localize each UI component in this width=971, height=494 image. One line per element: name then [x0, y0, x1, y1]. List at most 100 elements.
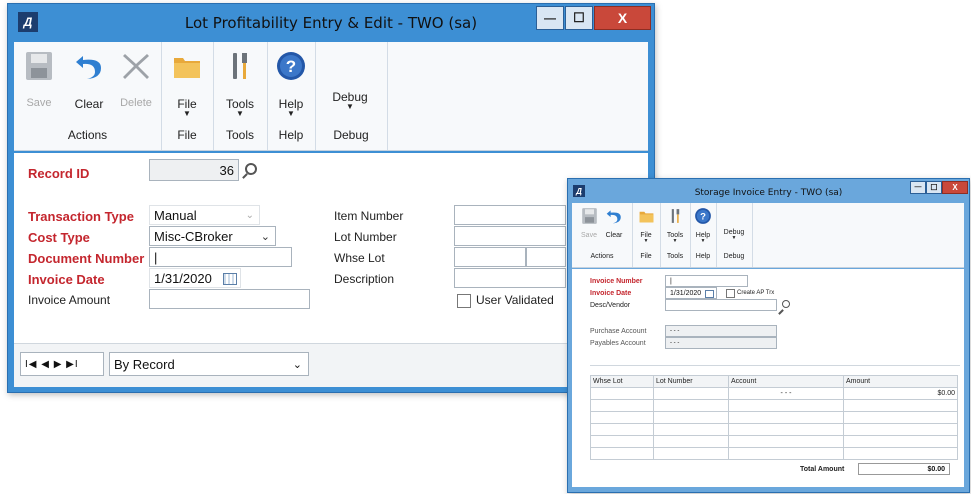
browse-by-value: By Record [114, 356, 175, 372]
whse-lot-label: Whse Lot [334, 251, 385, 265]
item-number-input[interactable] [454, 205, 566, 225]
create-ap-label: Create AP Trx [737, 290, 775, 296]
file-group: File ▼ File [161, 42, 214, 150]
cost-type-value: Misc-CBroker [154, 228, 233, 244]
storage-help-button[interactable]: ? Help ▼ [692, 207, 714, 244]
tools-group: Tools ▼ Tools [213, 42, 268, 150]
cost-type-label: Cost Type [28, 230, 90, 245]
invoice-date-value: 1/31/2020 [154, 270, 212, 286]
storage-clear-button[interactable]: Clear [602, 207, 626, 239]
lookup-icon[interactable] [245, 163, 257, 175]
user-validated-checkbox[interactable] [457, 294, 471, 308]
tools-menu-button[interactable]: Tools ▼ [221, 50, 259, 118]
storage-invoice-date-label: Invoice Date [590, 290, 632, 297]
grid-amount-cell[interactable]: $0.00 [843, 387, 958, 400]
storage-invoice-date-input[interactable]: 1/31/2020 [665, 287, 717, 299]
actions-group: Save Clear Delete Actions [14, 42, 162, 150]
storage-clear-label: Clear [605, 232, 623, 239]
folder-icon [639, 211, 653, 223]
help-icon: ? [695, 208, 711, 224]
whse-lot-input[interactable] [454, 247, 526, 267]
storage-save-button[interactable]: Save [578, 207, 600, 239]
whse-lot-extra-input[interactable] [526, 247, 566, 267]
document-number-input[interactable]: | [149, 247, 292, 267]
invoice-number-value: | [670, 277, 672, 285]
table-row[interactable] [590, 411, 958, 424]
help-menu-button[interactable]: ? Help ▼ [273, 50, 309, 118]
storage-save-label: Save [581, 232, 597, 239]
grid-header: Whse Lot [590, 375, 654, 388]
table-row[interactable]: - - - $0.00 [590, 387, 958, 400]
calendar-icon[interactable] [223, 273, 237, 285]
table-row[interactable] [590, 447, 958, 460]
tools-group-label: Tools [225, 128, 254, 142]
storage-maximize-button[interactable]: ☐ [926, 181, 942, 194]
payables-account-value: - - - [670, 340, 680, 346]
save-icon [26, 52, 52, 80]
nav-arrows-icon: I◀ ◀ ▶ ▶I [25, 358, 79, 370]
create-ap-checkbox[interactable] [726, 289, 735, 298]
storage-tools-group-label: Tools [666, 253, 684, 260]
table-row[interactable] [590, 423, 958, 436]
file-menu-button[interactable]: File ▼ [169, 50, 205, 118]
browse-by-select[interactable]: By Record ⌄ [109, 352, 309, 376]
document-number-label: Document Number [28, 251, 145, 266]
storage-tools-group: Tools ▼ Tools [660, 203, 691, 267]
dropdown-arrow-icon: ▼ [183, 109, 191, 118]
payables-account-input[interactable]: - - - [665, 337, 777, 349]
clear-button[interactable]: Clear [69, 50, 109, 111]
lot-number-input[interactable] [454, 226, 566, 246]
storage-tools-button[interactable]: Tools ▼ [664, 207, 686, 244]
main-titlebar: Д Lot Profitability Entry & Edit - TWO (… [8, 4, 654, 40]
record-id-field[interactable]: 36 [149, 159, 239, 181]
storage-invoice-date-value: 1/31/2020 [670, 289, 702, 297]
tools-icon [671, 209, 679, 223]
purchase-account-input[interactable]: - - - [665, 325, 777, 337]
dropdown-arrow-icon: ▼ [731, 235, 737, 241]
save-button[interactable]: Save [20, 50, 58, 109]
grid-header-row: Whse Lot Lot Number Account Amount [590, 375, 958, 388]
delete-x-icon [123, 54, 149, 79]
close-button[interactable]: X [594, 6, 651, 30]
description-label: Description [334, 272, 395, 286]
grid-header: Account [728, 375, 844, 388]
invoice-number-input[interactable]: | [665, 275, 748, 287]
help-icon: ? [277, 52, 305, 80]
grid-header: Lot Number [653, 375, 729, 388]
storage-invoice-window: Д Storage Invoice Entry - TWO (sa) — ☐ X… [567, 178, 970, 493]
transaction-type-select[interactable]: Manual ⌄ [149, 205, 260, 225]
table-row[interactable] [590, 435, 958, 448]
debug-menu-button[interactable]: Debug ▼ [325, 90, 375, 111]
item-number-label: Item Number [334, 209, 404, 223]
storage-titlebar: Д Storage Invoice Entry - TWO (sa) — ☐ X [568, 179, 969, 203]
calendar-icon[interactable] [705, 290, 714, 298]
minimize-button[interactable]: — [536, 6, 564, 30]
maximize-button[interactable]: ☐ [565, 6, 593, 30]
lookup-icon[interactable] [782, 300, 790, 308]
storage-actions-group: Save Clear Actions [572, 203, 633, 267]
invoice-date-input[interactable]: 1/31/2020 [149, 268, 241, 288]
description-input[interactable] [454, 268, 566, 288]
desc-vendor-input[interactable] [665, 299, 777, 311]
grid-account-cell[interactable]: - - - [728, 387, 844, 400]
delete-button[interactable]: Delete [116, 50, 156, 109]
purchase-account-label: Purchase Account [590, 328, 647, 335]
storage-debug-button[interactable]: Debug ▼ [720, 229, 748, 241]
document-number-value: | [154, 249, 158, 265]
desc-vendor-label: Desc/Vendor [590, 302, 631, 309]
folder-icon [174, 58, 200, 78]
storage-minimize-button[interactable]: — [910, 181, 926, 194]
tools-icon [233, 53, 247, 79]
storage-form: Invoice Number | Invoice Date 1/31/2020 … [572, 269, 964, 487]
storage-help-group: ? Help ▼ Help [690, 203, 717, 267]
svg-text:?: ? [700, 211, 706, 222]
debug-group: Debug ▼ Debug [315, 42, 388, 150]
record-navigation-buttons[interactable]: I◀ ◀ ▶ ▶I [20, 352, 104, 376]
storage-close-button[interactable]: X [942, 181, 968, 194]
invoice-amount-input[interactable] [149, 289, 310, 309]
save-label: Save [26, 97, 52, 109]
chevron-down-icon: ⌄ [245, 209, 254, 221]
storage-file-button[interactable]: File ▼ [635, 207, 657, 244]
cost-type-select[interactable]: Misc-CBroker ⌄ [149, 226, 276, 246]
table-row[interactable] [590, 399, 958, 412]
